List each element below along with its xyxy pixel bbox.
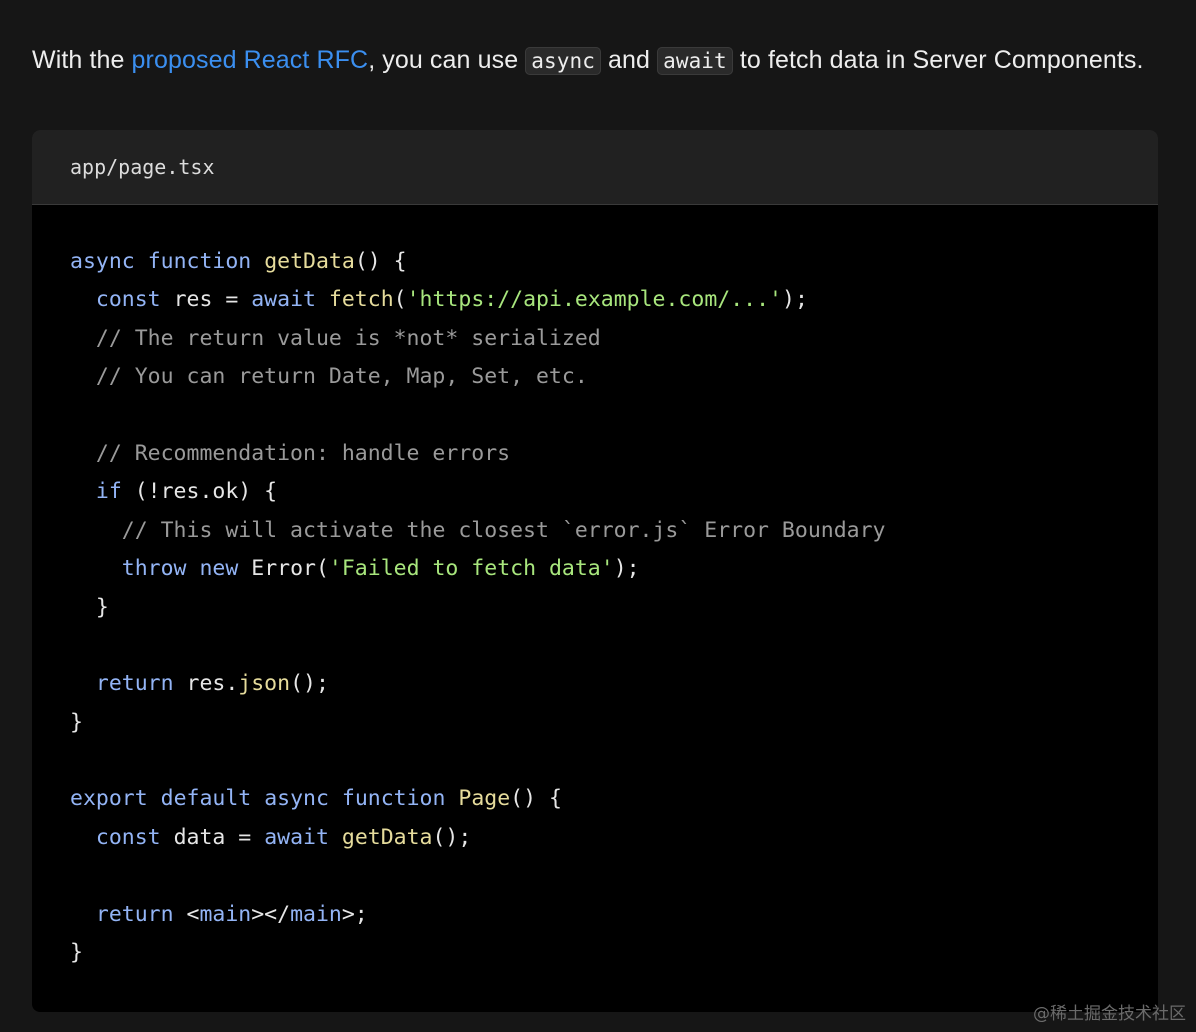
intro-text-2: , you can use [368, 46, 526, 74]
code-token: // You can return Date, Map, Set, etc. [95, 364, 588, 390]
code-token: Page [458, 786, 511, 812]
code-line: const data = await getData(); [70, 819, 885, 857]
inline-code-await: await [657, 47, 733, 75]
code-token: default [160, 786, 252, 812]
inline-code-async: async [525, 47, 601, 75]
code-token: json [238, 671, 291, 697]
code-token: main [290, 901, 342, 927]
code-token: await [251, 287, 316, 313]
code-token: ); [782, 287, 808, 313]
code-token: // Recommendation: handle errors [95, 440, 511, 466]
intro-text-1: With the [32, 46, 132, 74]
code-token: } [70, 594, 109, 620]
code-token: getData [341, 824, 433, 850]
code-token: async [70, 249, 135, 274]
code-token: getData [264, 249, 355, 274]
code-line: if (!res.ok) { [70, 473, 885, 511]
code-block: app/page.tsx async function getData() { … [32, 130, 1158, 1012]
code-token: ); [613, 556, 640, 582]
code-token: < [173, 901, 200, 927]
code-line: export default async function Page() { [70, 780, 885, 818]
code-token: res = [160, 287, 252, 313]
intro-text-3: and [600, 46, 658, 74]
code-token: } [70, 940, 83, 966]
code-token: return [95, 671, 174, 697]
code-token: () { [510, 786, 562, 812]
code-token: throw [121, 556, 187, 582]
code-token: } [70, 709, 83, 735]
code-line: // The return value is *not* serialized [70, 320, 885, 358]
code-token: new [199, 556, 239, 582]
code-token: res. [173, 671, 239, 697]
code-token: function [147, 249, 252, 274]
code-line: } [70, 934, 885, 972]
intro-text-4: to fetch data in Server Components. [732, 46, 1144, 74]
code-token: main [199, 901, 252, 927]
code-token: function [341, 786, 446, 812]
code-token: data = [160, 824, 265, 850]
code-line: // You can return Date, Map, Set, etc. [70, 358, 885, 396]
code-content: async function getData() { const res = a… [70, 243, 885, 972]
code-token: (); [290, 671, 329, 697]
code-line: async function getData() { [70, 243, 885, 281]
code-line: // This will activate the closest `error… [70, 512, 886, 550]
intro-paragraph: With the proposed React RFC, you can use… [32, 39, 1152, 82]
code-line: } [70, 704, 885, 742]
code-token: >; [341, 901, 368, 927]
code-line: } [70, 589, 885, 627]
code-token: await [264, 824, 329, 850]
code-token: if [95, 479, 122, 505]
code-token: (); [432, 824, 472, 850]
code-line: const res = await fetch('https://api.exa… [70, 281, 885, 319]
code-line: return res.json(); [70, 665, 885, 703]
code-token: export [70, 786, 148, 812]
code-token: (!res.ok) { [121, 479, 278, 505]
code-token: return [95, 901, 174, 927]
code-token: () { [354, 249, 407, 274]
code-token: Error( [238, 556, 329, 582]
code-line: // Recommendation: handle errors [70, 435, 885, 473]
code-token: fetch [328, 287, 394, 313]
code-token: ( [393, 287, 407, 313]
code-token: const [95, 824, 161, 850]
code-token: // This will activate the closest `error… [121, 517, 886, 543]
watermark: @稀土掘金技术社区 [1033, 1004, 1186, 1024]
code-line: throw new Error('Failed to fetch data'); [70, 550, 885, 588]
code-token: 'Failed to fetch data' [328, 556, 614, 582]
code-filename: app/page.tsx [70, 155, 215, 179]
code-token: 'https://api.example.com/...' [406, 287, 782, 313]
code-token: // The return value is *not* serialized [95, 325, 601, 351]
code-token: ></ [251, 901, 291, 927]
code-filename-bar: app/page.tsx [32, 130, 1158, 205]
react-rfc-link[interactable]: proposed React RFC [132, 46, 369, 74]
code-token: const [95, 287, 161, 313]
code-line: return <main></main>; [70, 896, 885, 934]
code-token: async [264, 786, 329, 812]
